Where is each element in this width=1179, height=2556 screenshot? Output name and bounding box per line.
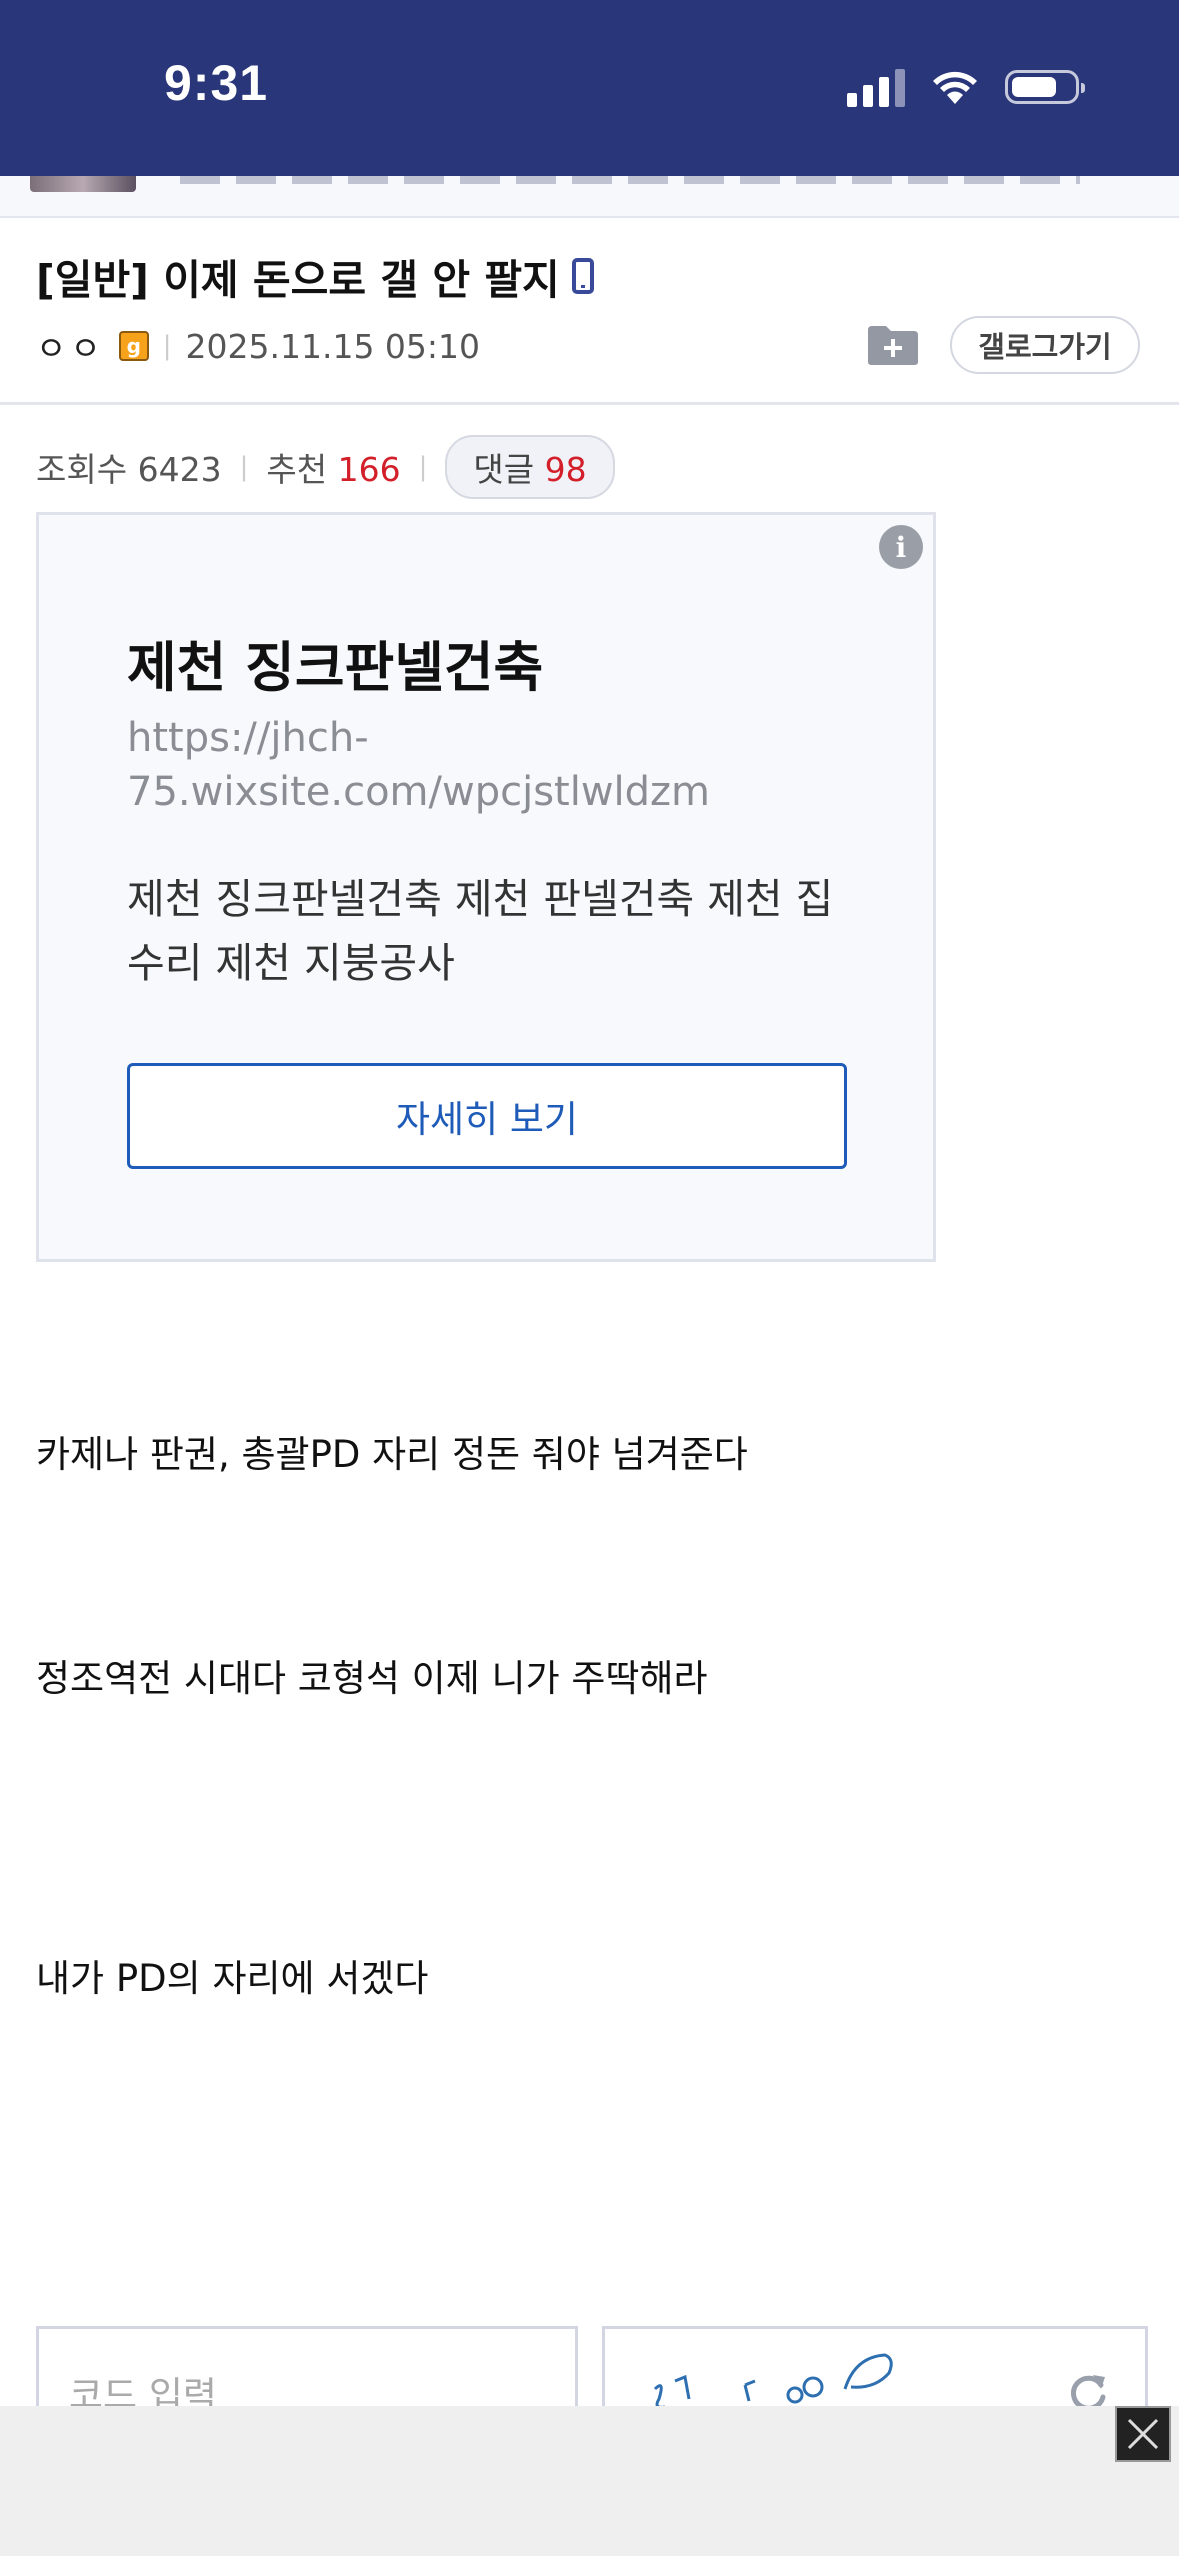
previous-post-text-cutoff xyxy=(180,176,1080,184)
gonic-badge-icon: g xyxy=(118,331,149,361)
ad-card[interactable]: i 제천 징크판넬건축 https://jhch-75.wixsite.com/… xyxy=(36,512,936,1262)
post-body-line: 내가 PD의 자리에 서겠다 xyxy=(36,1957,429,2000)
previous-post-strip[interactable] xyxy=(0,176,1179,218)
views-stat: 조회수 6423 xyxy=(36,450,222,489)
divider: | xyxy=(239,452,249,482)
divider: | xyxy=(418,452,428,482)
divider: | xyxy=(162,331,172,361)
header-divider xyxy=(0,402,1179,405)
battery-icon xyxy=(1005,70,1085,104)
ad-url[interactable]: https://jhch-75.wixsite.com/wpcjstlwldzm xyxy=(127,711,847,819)
post-meta: ㅇㅇ g | 2025.11.15 05:10 xyxy=(36,322,481,370)
author-name[interactable]: ㅇㅇ xyxy=(36,322,105,370)
post-stats: 조회수 6423 | 추천 166 | 댓글 98 xyxy=(36,435,615,499)
ad-description: 제천 징크판넬건축 제천 판넬건축 제천 집수리 제천 지붕공사 xyxy=(127,875,834,987)
status-time: 9:31 xyxy=(164,55,269,111)
ad-info-icon[interactable]: i xyxy=(879,525,923,569)
previous-post-thumbnail xyxy=(30,176,136,192)
post-title-text: [일반] 이제 돈으로 갤 안 팔지 xyxy=(36,256,560,304)
post-body-line: 카제나 판권, 총괄PD 자리 정돈 줘야 넘겨준다 xyxy=(36,1433,748,1476)
post-title: [일반] 이제 돈으로 갤 안 팔지 xyxy=(36,246,594,306)
post-body-line: 정조역전 시대다 코형석 이제 니가 주딱해라 xyxy=(36,1657,708,1700)
ad-details-button[interactable]: 자세히 보기 xyxy=(127,1063,847,1169)
recommend-stat: 추천 166 xyxy=(266,450,401,489)
mobile-icon xyxy=(571,258,594,294)
status-bar: 9:31 xyxy=(0,0,1179,176)
close-banner-button[interactable] xyxy=(1115,2406,1171,2462)
post-date: 2025.11.15 05:10 xyxy=(185,326,481,366)
wifi-icon xyxy=(933,71,977,104)
cellular-signal-icon xyxy=(847,67,905,107)
close-icon xyxy=(1127,2418,1159,2450)
bottom-ad-banner[interactable] xyxy=(0,2406,1179,2556)
add-folder-icon[interactable] xyxy=(866,324,920,366)
gallog-button[interactable]: 갤로그가기 xyxy=(950,316,1140,374)
ad-title[interactable]: 제천 징크판넬건축 xyxy=(127,623,543,702)
comments-button[interactable]: 댓글 98 xyxy=(445,435,615,499)
status-icons xyxy=(847,62,1085,112)
